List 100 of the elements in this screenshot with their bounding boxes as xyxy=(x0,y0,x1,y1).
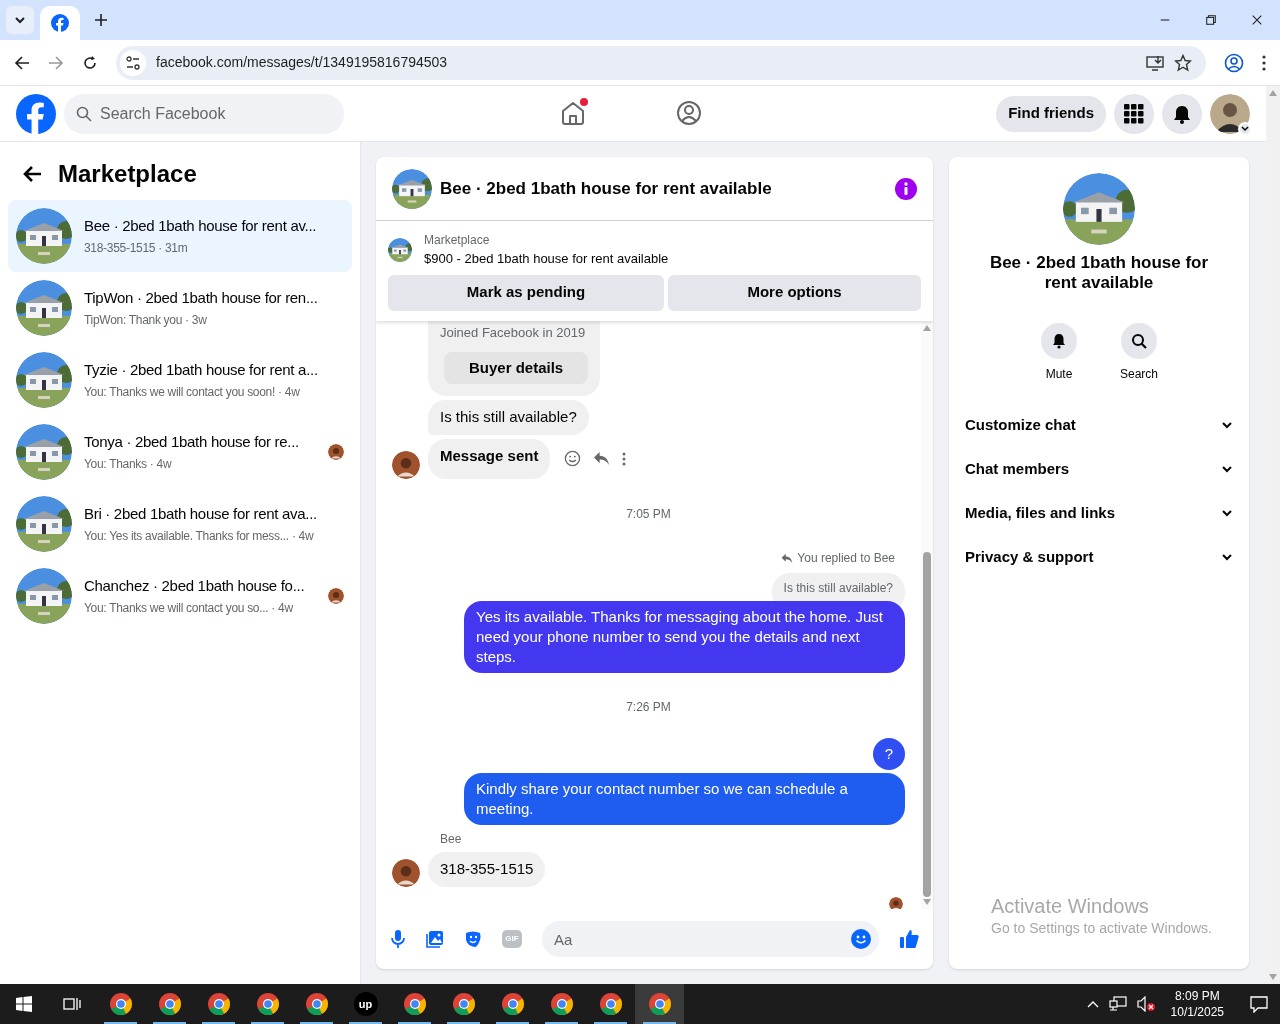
message-scrollbar[interactable] xyxy=(921,320,933,909)
message-bubble: 318-355-1515 xyxy=(428,852,546,887)
notifications-icon[interactable] xyxy=(1250,995,1268,1013)
conversation-title: Bri · 2bed 1bath house for rent ava... xyxy=(84,503,317,524)
bell-icon xyxy=(1172,103,1192,124)
browser-icon xyxy=(108,992,133,1016)
task-view-icon[interactable] xyxy=(63,996,81,1012)
grid-icon xyxy=(1124,103,1144,124)
chevron-down-icon xyxy=(14,14,26,26)
scrollbar-thumb[interactable] xyxy=(923,552,931,897)
browser-icon xyxy=(549,992,574,1016)
clock[interactable]: 8:09 PM 10/1/2025 xyxy=(1164,988,1230,1020)
friends-icon[interactable] xyxy=(676,100,702,126)
taskbar-app[interactable]: up xyxy=(341,984,390,1024)
star-icon[interactable] xyxy=(1174,53,1192,72)
chat-action-button[interactable]: Mute xyxy=(1037,323,1081,383)
reply-label: You replied to Bee xyxy=(797,550,895,567)
browser-icon xyxy=(304,992,329,1016)
chevron-up-icon[interactable] xyxy=(1086,1000,1099,1008)
emoji-icon[interactable] xyxy=(564,450,582,468)
conversation-preview: 318-355-1515 · 31m xyxy=(84,240,188,258)
conversation-title: Bee · 2bed 1bath house for rent av... xyxy=(84,215,317,236)
menu-button[interactable] xyxy=(1114,93,1154,134)
house-photo xyxy=(16,424,72,480)
conversation-title: Tyzie · 2bed 1bath house for rent a... xyxy=(84,359,318,380)
conversation-preview: You: Thanks · 4w xyxy=(84,456,172,474)
browser-icon xyxy=(157,992,182,1016)
facebook-logo-icon[interactable] xyxy=(16,93,56,134)
chat-title: Bee · 2bed 1bath house for rent available xyxy=(988,253,1210,293)
profile-icon[interactable] xyxy=(1224,52,1244,73)
section-header[interactable]: Privacy & support xyxy=(957,535,1241,579)
restore-icon[interactable] xyxy=(1205,14,1217,26)
emoji-icon[interactable] xyxy=(851,929,871,949)
new-tab-icon[interactable] xyxy=(94,13,108,27)
photo-icon[interactable] xyxy=(426,930,444,948)
microphone-icon[interactable] xyxy=(390,929,406,949)
tab-search-button[interactable] xyxy=(6,6,34,34)
joined-text: Joined Facebook in 2019 xyxy=(440,323,587,342)
message-bubble: Kindly share your contact number so we can schedule a meeting. xyxy=(464,773,905,825)
reply-icon[interactable] xyxy=(593,451,611,467)
sender-avatar xyxy=(392,451,420,479)
message-bubble: ? xyxy=(872,738,905,770)
browser-icon xyxy=(598,992,623,1016)
conversation-item[interactable]: Bee · 2bed 1bath house for rent av... 318-355-1515 · 31m xyxy=(8,200,352,272)
windows-start-icon[interactable] xyxy=(16,996,32,1012)
section-header[interactable]: Chat members xyxy=(957,447,1241,491)
site-settings-icon[interactable] xyxy=(126,55,140,70)
conversation-title: TipWon · 2bed 1bath house for ren... xyxy=(84,287,318,308)
forward-icon[interactable] xyxy=(48,54,64,71)
message-bubble: Is this still available? xyxy=(428,400,589,435)
house-photo xyxy=(16,352,72,408)
install-app-icon[interactable] xyxy=(1146,53,1164,72)
back-arrow-icon[interactable] xyxy=(22,164,42,184)
search-field[interactable]: Search Facebook xyxy=(64,93,344,134)
message-bubble: Message sent xyxy=(428,438,551,479)
back-icon[interactable] xyxy=(14,54,30,71)
find-friends-button[interactable]: Find friends xyxy=(996,95,1106,132)
read-receipt-avatar xyxy=(889,896,903,909)
mark-as-pending-button[interactable]: Mark as pending xyxy=(388,274,664,311)
timestamp: 7:26 PM xyxy=(626,699,671,716)
message-input[interactable]: Aa xyxy=(542,921,879,957)
volume-muted-icon[interactable] xyxy=(1136,996,1155,1012)
browser-icon xyxy=(451,992,476,1016)
thumbs-up-icon[interactable] xyxy=(899,929,919,949)
browser-tab[interactable] xyxy=(40,6,80,40)
search-icon xyxy=(76,105,92,122)
house-photo xyxy=(388,237,412,262)
section-header[interactable]: Media, files and links xyxy=(957,491,1241,535)
app-logo: up xyxy=(353,992,378,1016)
url-text: facebook.com/messages/t/1349195816794503 xyxy=(156,53,449,72)
browser-icon xyxy=(206,992,231,1016)
house-photo xyxy=(16,208,72,264)
conversation-preview: You: Thanks we will contact you so... · 4w xyxy=(84,600,293,618)
browser-icon xyxy=(255,992,280,1016)
network-icon[interactable] xyxy=(1108,996,1127,1012)
more-icon[interactable] xyxy=(622,451,627,466)
chat-action-button[interactable]: Search xyxy=(1117,323,1161,383)
notifications-button[interactable] xyxy=(1162,93,1202,134)
reload-icon[interactable] xyxy=(82,54,98,71)
address-bar[interactable]: facebook.com/messages/t/1349195816794503 xyxy=(116,45,1206,80)
section-header[interactable]: Customize chat xyxy=(957,403,1241,447)
account-button[interactable] xyxy=(1210,93,1250,134)
conversation-preview: TipWon: Thank you · 3w xyxy=(84,312,207,330)
close-icon[interactable] xyxy=(1251,14,1263,26)
taskbar-app[interactable] xyxy=(635,984,684,1024)
sender-name: Bee xyxy=(440,831,463,848)
info-icon[interactable] xyxy=(895,177,917,200)
more-options-button[interactable]: More options xyxy=(668,274,921,311)
activation-title: Activate Windows xyxy=(991,894,1150,918)
buyer-details-button[interactable]: Buyer details xyxy=(444,352,589,384)
chevron-down-icon xyxy=(1241,124,1249,133)
more-options-icon[interactable] xyxy=(1262,54,1266,71)
conversation-title: Tonya · 2bed 1bath house for re... xyxy=(84,431,299,452)
house-photo xyxy=(16,568,72,624)
browser-icon xyxy=(500,992,525,1016)
conversation-preview: You: Thanks we will contact you soon! · 4w xyxy=(84,384,300,402)
facebook-logo-icon xyxy=(51,14,69,32)
sticker-icon[interactable] xyxy=(464,930,482,948)
browser-icon xyxy=(647,992,672,1016)
reply-icon xyxy=(781,552,794,564)
